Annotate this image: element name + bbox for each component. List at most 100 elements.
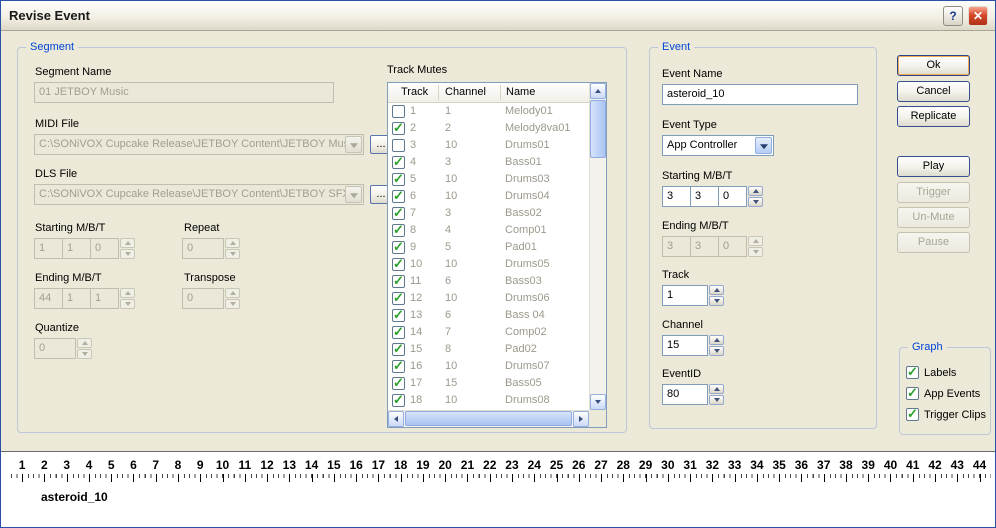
channel-spinner[interactable] (709, 335, 724, 356)
mbt-tick-field[interactable]: 0 (718, 186, 747, 207)
mute-checkbox[interactable] (392, 377, 405, 390)
mute-checkbox[interactable] (392, 156, 405, 169)
track-mute-row[interactable]: 4 3 Bass01 (388, 154, 589, 171)
channel-cell: 6 (445, 307, 451, 324)
name-cell: Drums07 (505, 358, 550, 375)
mute-checkbox[interactable] (392, 173, 405, 186)
event-type-select[interactable]: App Controller (662, 135, 774, 156)
mute-checkbox[interactable] (392, 292, 405, 305)
track-mute-row[interactable]: 5 10 Drums03 (388, 171, 589, 188)
track-mute-row[interactable]: 1 1 Melody01 (388, 103, 589, 120)
track-mutes-header: Track Channel Name (388, 83, 589, 103)
timeline-measure: 15 (323, 458, 345, 482)
timeline-measure: 14 (300, 458, 322, 482)
titlebar[interactable]: Revise Event ? ✕ (1, 1, 995, 31)
mute-checkbox[interactable] (392, 258, 405, 271)
spinner-down-icon (225, 299, 240, 309)
column-header-track[interactable]: Track (401, 83, 428, 102)
spinner-up-icon (709, 335, 724, 345)
graph-option-checkbox[interactable] (906, 387, 919, 400)
timeline-ruler: 1 2 3 4 5 6 7 (11, 458, 991, 482)
ruler-ticks (590, 474, 612, 482)
graph-option[interactable]: Labels (906, 362, 988, 383)
chevron-down-icon[interactable] (755, 137, 772, 154)
timeline-graph[interactable]: 1 2 3 4 5 6 7 (1, 451, 995, 528)
scroll-down-button[interactable] (590, 394, 606, 410)
mute-checkbox[interactable] (392, 122, 405, 135)
segment-starting-label: Starting M/B/T (35, 222, 105, 234)
track-mute-row[interactable]: 15 8 Pad02 (388, 341, 589, 358)
track-field[interactable]: 1 (662, 285, 708, 306)
track-mute-row[interactable]: 6 10 Drums04 (388, 188, 589, 205)
scroll-left-button[interactable] (388, 411, 404, 427)
track-mute-row[interactable]: 14 7 Comp02 (388, 324, 589, 341)
scroll-right-button[interactable] (573, 411, 589, 427)
mute-checkbox[interactable] (392, 139, 405, 152)
event-name-field[interactable]: asteroid_10 (662, 84, 858, 105)
channel-field[interactable]: 15 (662, 335, 708, 356)
horizontal-scrollbar-thumb[interactable] (405, 411, 572, 426)
mute-checkbox[interactable] (392, 326, 405, 339)
track-mutes-list[interactable]: Track Channel Name 1 1 Melody01 2 2 (387, 82, 607, 428)
replicate-button[interactable]: Replicate (897, 106, 970, 127)
event-id-field[interactable]: 80 (662, 384, 708, 405)
mute-checkbox[interactable] (392, 343, 405, 356)
track-mute-row[interactable]: 13 6 Bass 04 (388, 307, 589, 324)
column-header-channel[interactable]: Channel (445, 83, 486, 102)
track-mute-row[interactable]: 10 10 Drums05 (388, 256, 589, 273)
graph-option-checkbox[interactable] (906, 408, 919, 421)
horizontal-scrollbar[interactable] (388, 410, 589, 427)
timeline-measure: 3 (56, 458, 78, 482)
name-cell: Bass 04 (505, 307, 545, 324)
play-button[interactable]: Play (897, 156, 970, 177)
measure-number: 19 (412, 458, 434, 473)
vertical-scrollbar-thumb[interactable] (590, 100, 606, 158)
mute-checkbox[interactable] (392, 309, 405, 322)
event-id-spinner[interactable] (709, 384, 724, 405)
track-mute-row[interactable]: 9 5 Pad01 (388, 239, 589, 256)
mute-checkbox[interactable] (392, 241, 405, 254)
mute-checkbox[interactable] (392, 394, 405, 407)
track-mute-row[interactable]: 12 10 Drums06 (388, 290, 589, 307)
help-button[interactable]: ? (943, 6, 963, 26)
timeline-measure: 22 (479, 458, 501, 482)
repeat-spinner (225, 238, 240, 259)
mute-checkbox[interactable] (392, 105, 405, 118)
mbt-beat-field[interactable]: 3 (690, 186, 719, 207)
close-button[interactable]: ✕ (968, 6, 988, 26)
measure-number: 20 (434, 458, 456, 473)
track-mute-row[interactable]: 18 10 Drums08 (388, 392, 589, 409)
track-mute-row[interactable]: 11 6 Bass03 (388, 273, 589, 290)
graph-option[interactable]: App Events (906, 383, 988, 404)
mute-checkbox[interactable] (392, 224, 405, 237)
track-mute-row[interactable]: 8 4 Comp01 (388, 222, 589, 239)
event-starting-spinner[interactable] (748, 186, 763, 207)
track-mute-row[interactable]: 17 15 Bass05 (388, 375, 589, 392)
graph-option[interactable]: Trigger Clips (906, 404, 988, 425)
ruler-ticks (568, 474, 590, 482)
mute-checkbox[interactable] (392, 207, 405, 220)
mute-checkbox[interactable] (392, 360, 405, 373)
event-type-value: App Controller (667, 139, 737, 151)
mute-checkbox[interactable] (392, 275, 405, 288)
track-spinner[interactable] (709, 285, 724, 306)
ruler-ticks (701, 474, 723, 482)
ok-button[interactable]: Ok (897, 55, 970, 76)
graph-option-checkbox[interactable] (906, 366, 919, 379)
help-icon: ? (949, 9, 956, 23)
mbt-measure-field[interactable]: 3 (662, 186, 691, 207)
mute-checkbox[interactable] (392, 190, 405, 203)
track-mute-row[interactable]: 2 2 Melody8va01 (388, 120, 589, 137)
ruler-ticks (300, 474, 322, 482)
track-mute-row[interactable]: 16 10 Drums07 (388, 358, 589, 375)
track-mute-row[interactable]: 7 3 Bass02 (388, 205, 589, 222)
event-starting-label: Starting M/B/T (662, 170, 732, 182)
trigger-button: Trigger (897, 182, 970, 203)
cancel-button[interactable]: Cancel (897, 81, 970, 102)
vertical-scrollbar[interactable] (589, 83, 606, 410)
scroll-up-button[interactable] (590, 83, 606, 99)
name-cell: Bass01 (505, 154, 542, 171)
track-mute-row[interactable]: 3 10 Drums01 (388, 137, 589, 154)
timeline-event-label[interactable]: asteroid_10 (41, 490, 108, 504)
column-header-name[interactable]: Name (506, 83, 535, 102)
